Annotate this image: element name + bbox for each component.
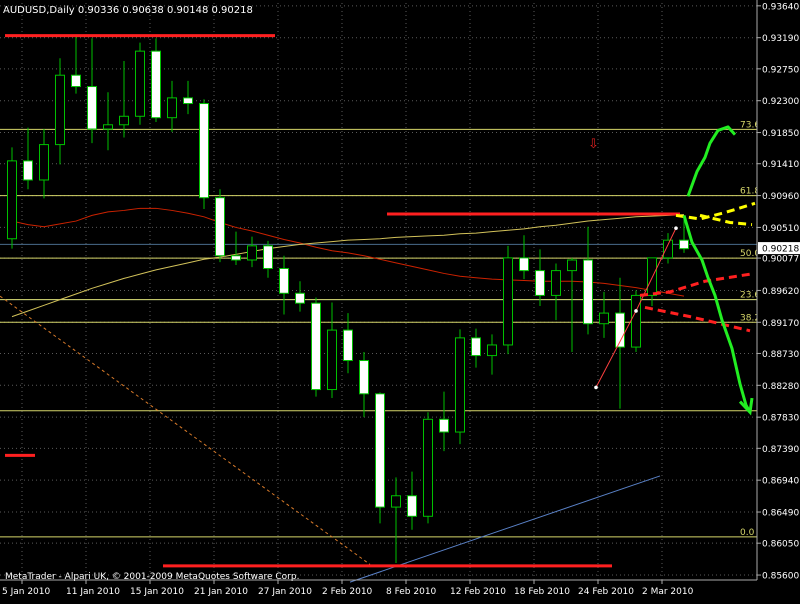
bear-candle-body: [263, 245, 273, 269]
candle: [311, 297, 321, 397]
bear-candle-body: [439, 418, 449, 433]
bull-candle-body: [647, 257, 657, 296]
x-tick-label: 5 Jan 2010: [2, 587, 50, 597]
bear-candle-body: [343, 329, 353, 362]
bull-candle-body: [7, 160, 17, 240]
fib-level-label: 0.0: [740, 528, 755, 538]
bull-candle-body: [599, 312, 609, 325]
x-tick-label: 11 Jan 2010: [66, 587, 120, 597]
copyright-label: MetaTrader - Alpari UK, © 2001-2009 Meta…: [5, 572, 299, 582]
chart-title: AUDUSD,Daily 0.90336 0.90638 0.90148 0.9…: [3, 5, 253, 16]
bear-candle-body: [183, 97, 193, 105]
bear-candle-body: [23, 160, 33, 181]
bear-candle-body: [199, 103, 209, 199]
y-tick-label: 0.92300: [762, 97, 799, 107]
zigzag-point: [594, 385, 598, 390]
bear-candle-body: [215, 197, 225, 257]
chart-window: 73.6 61.8 50.0 23.6 38.2 0.0 0.93640 0.93190 0.…: [0, 0, 800, 600]
candle: [199, 99, 209, 210]
price-chart[interactable]: 73.661.850.023.638.20.0 0.936400.931900.…: [0, 0, 800, 600]
y-tick-label: 0.87830: [762, 414, 799, 424]
bull-candle-body: [247, 245, 257, 261]
y-tick-label: 0.91850: [762, 129, 799, 139]
bull-candle-body: [487, 344, 497, 357]
bull-candle-body: [55, 74, 65, 146]
y-tick-label: 0.88730: [762, 350, 799, 360]
y-tick-label: 0.90960: [762, 192, 799, 202]
candle: [151, 38, 161, 122]
candle: [375, 392, 385, 524]
bull-candle-body: [119, 115, 129, 126]
x-tick-label: 12 Feb 2010: [450, 587, 506, 597]
bear-candle-body: [295, 292, 305, 304]
bear-candle-body: [679, 239, 689, 250]
candle: [455, 329, 465, 445]
bull-candle-body: [567, 259, 577, 272]
bear-candle-body: [151, 50, 161, 119]
bull-candle-body: [455, 337, 465, 433]
bear-candle-body: [359, 360, 369, 395]
y-tick-label: 0.89170: [762, 319, 799, 329]
candle: [503, 245, 513, 355]
bear-candle-body: [375, 393, 385, 508]
bear-candle-body: [407, 495, 417, 517]
bull-candle-body: [663, 239, 673, 259]
x-tick-label: 21 Jan 2010: [194, 587, 248, 597]
candle: [423, 412, 433, 524]
y-tick-label: 0.90077: [762, 255, 799, 265]
current-price-label: 0.90218: [762, 245, 799, 255]
bull-candle-body: [423, 418, 433, 517]
candle: [631, 290, 641, 353]
bear-candle-body: [583, 259, 593, 325]
candle: [215, 189, 225, 263]
bull-candle-body: [503, 257, 513, 346]
bull-candle-body: [167, 97, 177, 119]
bull-candle-body: [551, 270, 561, 296]
bear-candle-body: [231, 255, 241, 261]
bear-candle-body: [71, 74, 81, 88]
y-tick-label: 0.89620: [762, 287, 799, 297]
bull-candle-body: [631, 294, 641, 348]
bull-candle-body: [135, 50, 145, 117]
x-tick-label: 2 Mar 2010: [642, 587, 694, 597]
bull-candle-body: [327, 329, 337, 391]
y-tick-label: 0.87390: [762, 445, 799, 455]
x-tick-label: 2 Feb 2010: [322, 587, 373, 597]
y-tick-label: 0.93190: [762, 34, 799, 44]
y-tick-label: 0.91410: [762, 160, 799, 170]
candle: [135, 42, 145, 125]
y-tick-label: 0.88280: [762, 382, 799, 392]
y-tick-label: 0.93640: [762, 2, 799, 12]
x-tick-label: 15 Jan 2010: [130, 587, 184, 597]
y-tick-label: 0.92750: [762, 65, 799, 75]
down-arrow-icon: ⇩: [588, 137, 599, 152]
zigzag-point: [674, 226, 678, 230]
bear-candle-body: [311, 302, 321, 391]
bear-candle-body: [279, 267, 289, 294]
zigzag-point: [634, 309, 638, 313]
bull-candle-body: [391, 495, 401, 508]
y-tick-label: 0.86490: [762, 509, 799, 519]
y-tick-label: 0.90510: [762, 224, 799, 234]
x-tick-label: 18 Feb 2010: [514, 587, 570, 597]
y-tick-label: 0.86940: [762, 477, 799, 487]
bull-candle-body: [103, 124, 113, 130]
bull-candle-body: [39, 144, 49, 181]
bear-candle-body: [87, 86, 97, 130]
bear-candle-body: [535, 270, 545, 296]
y-tick-label: 0.85600: [762, 572, 799, 582]
candle: [7, 147, 17, 249]
y-tick-label: 0.86050: [762, 540, 799, 550]
bear-candle-body: [471, 337, 481, 357]
bear-candle-body: [519, 257, 529, 272]
x-tick-label: 8 Feb 2010: [386, 587, 437, 597]
x-tick-label: 24 Feb 2010: [578, 587, 634, 597]
x-tick-label: 27 Jan 2010: [258, 587, 312, 597]
